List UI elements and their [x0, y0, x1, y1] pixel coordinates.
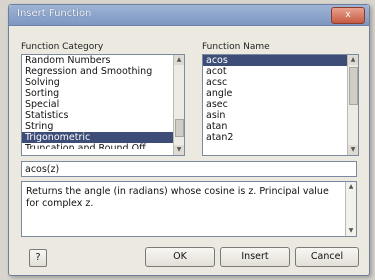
function-item[interactable]: acot — [203, 66, 358, 77]
category-item-selected[interactable]: Trigonometric — [22, 132, 184, 143]
function-category-list[interactable]: Random Numbers Regression and Smoothing … — [21, 54, 185, 156]
function-scrollbar[interactable]: ▲ ▼ — [347, 55, 358, 155]
cancel-button[interactable]: Cancel — [295, 247, 359, 267]
function-item[interactable]: asin — [203, 110, 358, 121]
title-bar[interactable]: Insert Function x — [9, 5, 369, 26]
scroll-down-icon[interactable]: ▼ — [348, 145, 358, 155]
function-item[interactable]: angle — [203, 88, 358, 99]
description-text: Returns the angle (in radians) whose cos… — [26, 186, 329, 209]
category-item[interactable]: Sorting — [22, 88, 184, 99]
help-button[interactable]: ? — [29, 249, 47, 267]
close-button[interactable]: x — [331, 7, 365, 24]
help-icon: ? — [35, 252, 41, 263]
function-name-list[interactable]: acos acot acsc angle asec asin atan atan… — [202, 54, 359, 156]
scroll-down-icon[interactable]: ▼ — [174, 145, 184, 155]
function-item[interactable]: atan — [203, 121, 358, 132]
scroll-up-icon[interactable]: ▲ — [174, 55, 184, 65]
scroll-thumb[interactable] — [175, 119, 184, 137]
category-item[interactable]: Statistics — [22, 110, 184, 121]
function-name-label: Function Name — [202, 42, 270, 52]
function-item-selected[interactable]: acos — [203, 55, 358, 66]
function-item[interactable]: atan2 — [203, 132, 358, 143]
ok-button[interactable]: OK — [145, 247, 215, 267]
insert-function-dialog: Insert Function x Function Category Func… — [8, 4, 370, 276]
function-signature: acos(z) — [21, 161, 357, 177]
dialog-title: Insert Function — [17, 8, 92, 19]
category-item[interactable]: Truncation and Round Off — [22, 143, 184, 149]
category-item[interactable]: Random Numbers — [22, 55, 184, 66]
scroll-up-icon[interactable]: ▲ — [348, 55, 358, 65]
description-scrollbar[interactable]: ▲ ▼ — [345, 182, 356, 236]
category-scrollbar[interactable]: ▲ ▼ — [173, 55, 184, 155]
scroll-up-icon[interactable]: ▲ — [346, 182, 356, 192]
function-description: Returns the angle (in radians) whose cos… — [21, 181, 357, 237]
scroll-thumb[interactable] — [349, 67, 358, 105]
insert-button[interactable]: Insert — [220, 247, 290, 267]
function-item[interactable]: acsc — [203, 77, 358, 88]
function-item[interactable]: asec — [203, 99, 358, 110]
category-item[interactable]: Special — [22, 99, 184, 110]
category-item[interactable]: Regression and Smoothing — [22, 66, 184, 77]
category-item[interactable]: String — [22, 121, 184, 132]
function-category-label: Function Category — [21, 42, 104, 52]
scroll-down-icon[interactable]: ▼ — [346, 226, 356, 236]
category-item[interactable]: Solving — [22, 77, 184, 88]
